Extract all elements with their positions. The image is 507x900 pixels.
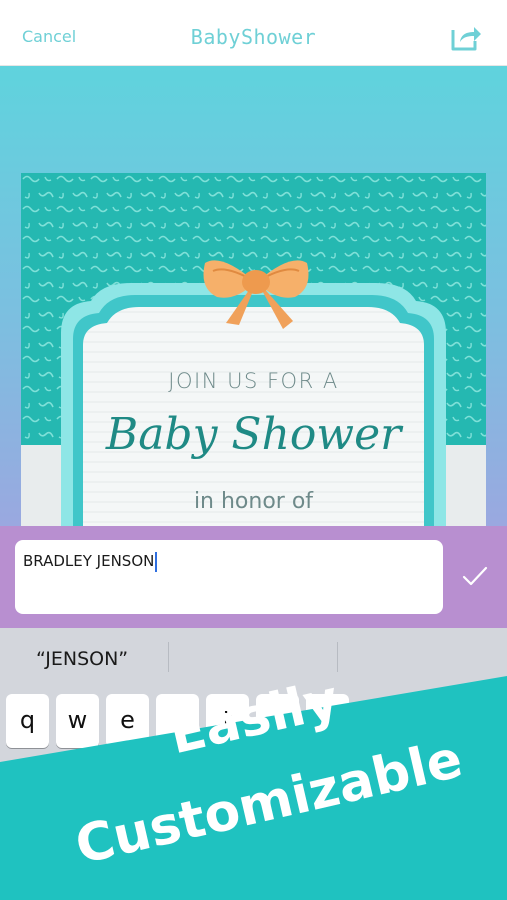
key-y[interactable] [256, 694, 299, 748]
key-t[interactable]: t [206, 694, 249, 748]
key-e[interactable]: e [106, 694, 149, 748]
key-w[interactable]: w [56, 694, 99, 748]
suggestion-divider [337, 642, 338, 672]
invite-line-2: Baby Shower [105, 409, 402, 460]
card-artwork [21, 173, 486, 526]
key-u[interactable] [306, 694, 349, 748]
checkmark-icon[interactable] [459, 562, 491, 590]
key-r[interactable]: r [156, 694, 199, 748]
page-title: BabyShower [190, 25, 317, 49]
key-q[interactable]: q [6, 694, 49, 748]
text-edit-bar: BRADLEY JENSON [0, 526, 507, 628]
share-icon[interactable] [449, 22, 483, 52]
invite-line-3: in honor of [193, 489, 314, 514]
invitation-card[interactable]: JOIN US FOR A Baby Shower in honor of [21, 173, 486, 526]
suggestion-divider [168, 642, 169, 672]
name-text-value: BRADLEY JENSON [23, 552, 155, 571]
nav-bar: Cancel BabyShower [0, 0, 507, 66]
invite-line-1: JOIN US FOR A [168, 369, 339, 393]
text-caret [155, 552, 158, 572]
suggestion-1[interactable]: “JENSON” [36, 648, 128, 670]
suggestion-bar: “JENSON” [0, 628, 507, 686]
name-text-field[interactable]: BRADLEY JENSON [15, 540, 443, 614]
keyboard: “JENSON” q w e r t [0, 628, 507, 900]
